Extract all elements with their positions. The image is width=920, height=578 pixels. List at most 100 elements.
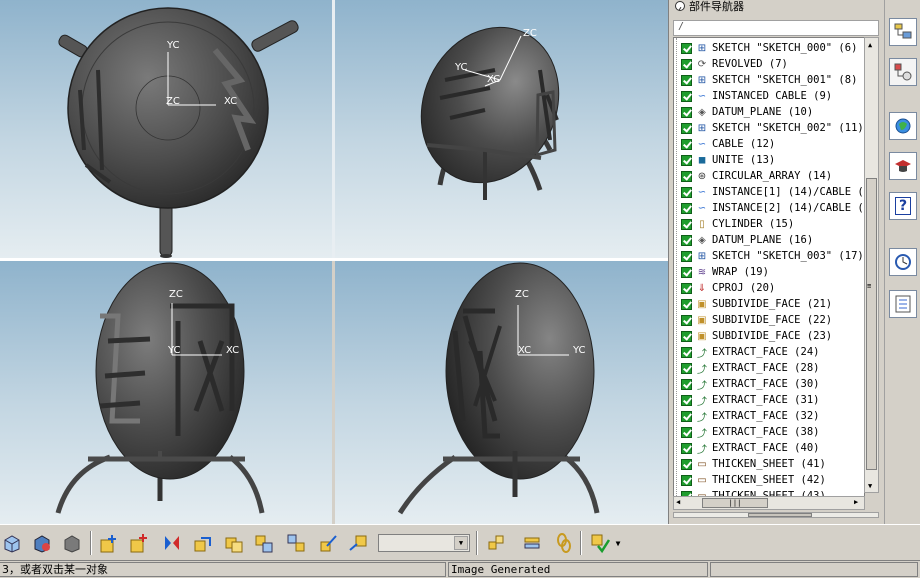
scroll-thumb[interactable] (866, 178, 877, 470)
visibility-checkbox[interactable] (681, 266, 692, 278)
visibility-checkbox[interactable] (681, 378, 692, 390)
visibility-checkbox[interactable] (681, 442, 692, 454)
scroll-down-arrow-icon[interactable]: ▼ (868, 482, 872, 490)
tree-item[interactable]: ▭ THICKEN_SHEET (42) (674, 472, 864, 488)
visibility-checkbox[interactable] (681, 186, 692, 198)
tree-item[interactable]: ⇓ CPROJ (20) (674, 280, 864, 296)
tree-item[interactable]: ◈ DATUM_PLANE (16) (674, 232, 864, 248)
tree-item[interactable]: ⤴ EXTRACT_FACE (32) (674, 408, 864, 424)
scroll-left-arrow-icon[interactable]: ◀ (676, 498, 680, 506)
visibility-checkbox[interactable] (681, 202, 692, 214)
reposition-component-icon[interactable] (190, 531, 214, 555)
tree-item[interactable]: ⤴ EXTRACT_FACE (38) (674, 424, 864, 440)
visibility-checkbox[interactable] (681, 282, 692, 294)
visibility-checkbox[interactable] (681, 298, 692, 310)
tree-item[interactable]: ⟳ REVOLVED (7) (674, 56, 864, 72)
viewport-bottom-left[interactable]: ZC YC XC (0, 261, 332, 524)
tree-item[interactable]: ∽ CABLE (12) (674, 136, 864, 152)
viewport-bottom-right[interactable]: ZC XC YC (335, 261, 668, 524)
tree-item[interactable]: ⊞ SKETCH "SKETCH_003" (17) (674, 248, 864, 264)
visibility-checkbox[interactable] (681, 106, 692, 118)
visibility-checkbox[interactable] (681, 58, 692, 70)
visibility-checkbox[interactable] (681, 74, 692, 86)
feature-tree[interactable]: ⊞ SKETCH "SKETCH_000" (6) ⟳ REVOLVED (7) ⊞ SK… (673, 37, 865, 497)
tree-item[interactable]: ⊞ SKETCH "SKETCH_001" (8) (674, 72, 864, 88)
render-style-icon[interactable] (30, 531, 54, 555)
visibility-checkbox[interactable] (681, 42, 692, 54)
view-orient-icon[interactable] (0, 531, 24, 555)
tree-item[interactable]: ⊛ CIRCULAR_ARRAY (14) (674, 168, 864, 184)
tree-item[interactable]: ≋ WRAP (19) (674, 264, 864, 280)
tree-vertical-scrollbar[interactable]: ▲ ≡ ▼ (864, 37, 879, 493)
new-component-icon[interactable] (126, 531, 150, 555)
edit-arrangements-icon[interactable] (252, 531, 276, 555)
visibility-checkbox[interactable] (681, 234, 692, 246)
pin-icon[interactable] (675, 1, 685, 11)
tree-item[interactable]: ▯ CYLINDER (15) (674, 216, 864, 232)
visibility-checkbox[interactable] (681, 218, 692, 230)
visibility-checkbox[interactable] (681, 474, 692, 486)
visibility-checkbox[interactable] (681, 90, 692, 102)
tree-item[interactable]: ∽ INSTANCE[1] (14)/CABLE (9 (674, 184, 864, 200)
visibility-checkbox[interactable] (681, 330, 692, 342)
scroll-right-arrow-icon[interactable]: ▶ (854, 498, 858, 506)
replace-component-icon[interactable] (222, 531, 246, 555)
tree-item[interactable]: ⤴ EXTRACT_FACE (40) (674, 440, 864, 456)
history-icon[interactable] (889, 248, 917, 276)
axis-label-zc: ZC (169, 289, 183, 300)
web-browser-icon[interactable] (889, 112, 917, 140)
visibility-checkbox[interactable] (681, 346, 692, 358)
visibility-checkbox[interactable] (681, 170, 692, 182)
training-icon[interactable] (889, 152, 917, 180)
graphics-window[interactable]: YC ZC XC ZC YC XC ZC YC XC ZC XC YC (0, 0, 668, 524)
visibility-checkbox[interactable] (681, 426, 692, 438)
shaded-icon[interactable] (60, 531, 84, 555)
chain-link-icon[interactable] (552, 531, 576, 555)
visibility-checkbox[interactable] (681, 250, 692, 262)
layer-combo[interactable]: ▼ (378, 534, 470, 552)
visibility-checkbox[interactable] (681, 362, 692, 374)
tree-item[interactable]: ▭ THICKEN_SHEET (41) (674, 456, 864, 472)
viewport-top-right[interactable]: ZC YC XC (335, 0, 668, 258)
tree-item[interactable]: ∽ INSTANCE[2] (14)/CABLE (9 (674, 200, 864, 216)
move-to-layer-icon[interactable] (484, 531, 508, 555)
check-geometry-icon[interactable] (588, 531, 612, 555)
visibility-checkbox[interactable] (681, 314, 692, 326)
layer-settings-icon[interactable] (520, 531, 544, 555)
navigator-preview-bar[interactable] (673, 512, 879, 518)
tree-item[interactable]: ⤴ EXTRACT_FACE (28) (674, 360, 864, 376)
tree-item[interactable]: ∽ INSTANCED CABLE (9) (674, 88, 864, 104)
tree-item[interactable]: ⤴ EXTRACT_FACE (31) (674, 392, 864, 408)
visibility-checkbox[interactable] (681, 138, 692, 150)
wave-link-icon[interactable] (346, 531, 370, 555)
visibility-checkbox[interactable] (681, 154, 692, 166)
sequence-icon[interactable] (316, 531, 340, 555)
visibility-checkbox[interactable] (681, 410, 692, 422)
tree-item[interactable]: ⤴ EXTRACT_FACE (24) (674, 344, 864, 360)
tree-item[interactable]: ▣ SUBDIVIDE_FACE (22) (674, 312, 864, 328)
add-component-icon[interactable] (96, 531, 120, 555)
help-icon[interactable]: ? (889, 192, 917, 220)
chevron-down-icon[interactable]: ▼ (454, 536, 468, 550)
mate-component-icon[interactable] (160, 531, 184, 555)
viewport-top-left[interactable]: YC ZC XC (0, 0, 332, 258)
tree-horizontal-scrollbar[interactable]: ◀ ||| ▶ (673, 496, 865, 510)
scroll-up-arrow-icon[interactable]: ▲ (868, 41, 872, 49)
toolbar-options-chevron-icon[interactable]: ▼ (612, 531, 624, 555)
exploded-views-icon[interactable] (284, 531, 308, 555)
scroll-thumb-horizontal[interactable]: ||| (702, 498, 768, 508)
tree-item[interactable]: ◈ DATUM_PLANE (10) (674, 104, 864, 120)
tree-item[interactable]: ⤴ EXTRACT_FACE (30) (674, 376, 864, 392)
visibility-checkbox[interactable] (681, 394, 692, 406)
tree-item[interactable]: ⊞ SKETCH "SKETCH_002" (11) (674, 120, 864, 136)
tree-item[interactable]: ▣ SUBDIVIDE_FACE (21) (674, 296, 864, 312)
tree-item[interactable]: ▣ SUBDIVIDE_FACE (23) (674, 328, 864, 344)
tree-item[interactable]: ◼ UNITE (13) (674, 152, 864, 168)
tree-item[interactable]: ⊞ SKETCH "SKETCH_000" (6) (674, 40, 864, 56)
visibility-checkbox[interactable] (681, 458, 692, 470)
system-materials-icon[interactable] (889, 290, 917, 318)
part-navigator-icon[interactable] (889, 58, 917, 86)
assembly-navigator-icon[interactable] (889, 18, 917, 46)
visibility-checkbox[interactable] (681, 122, 692, 134)
preview-bar-thumb[interactable] (748, 513, 812, 517)
